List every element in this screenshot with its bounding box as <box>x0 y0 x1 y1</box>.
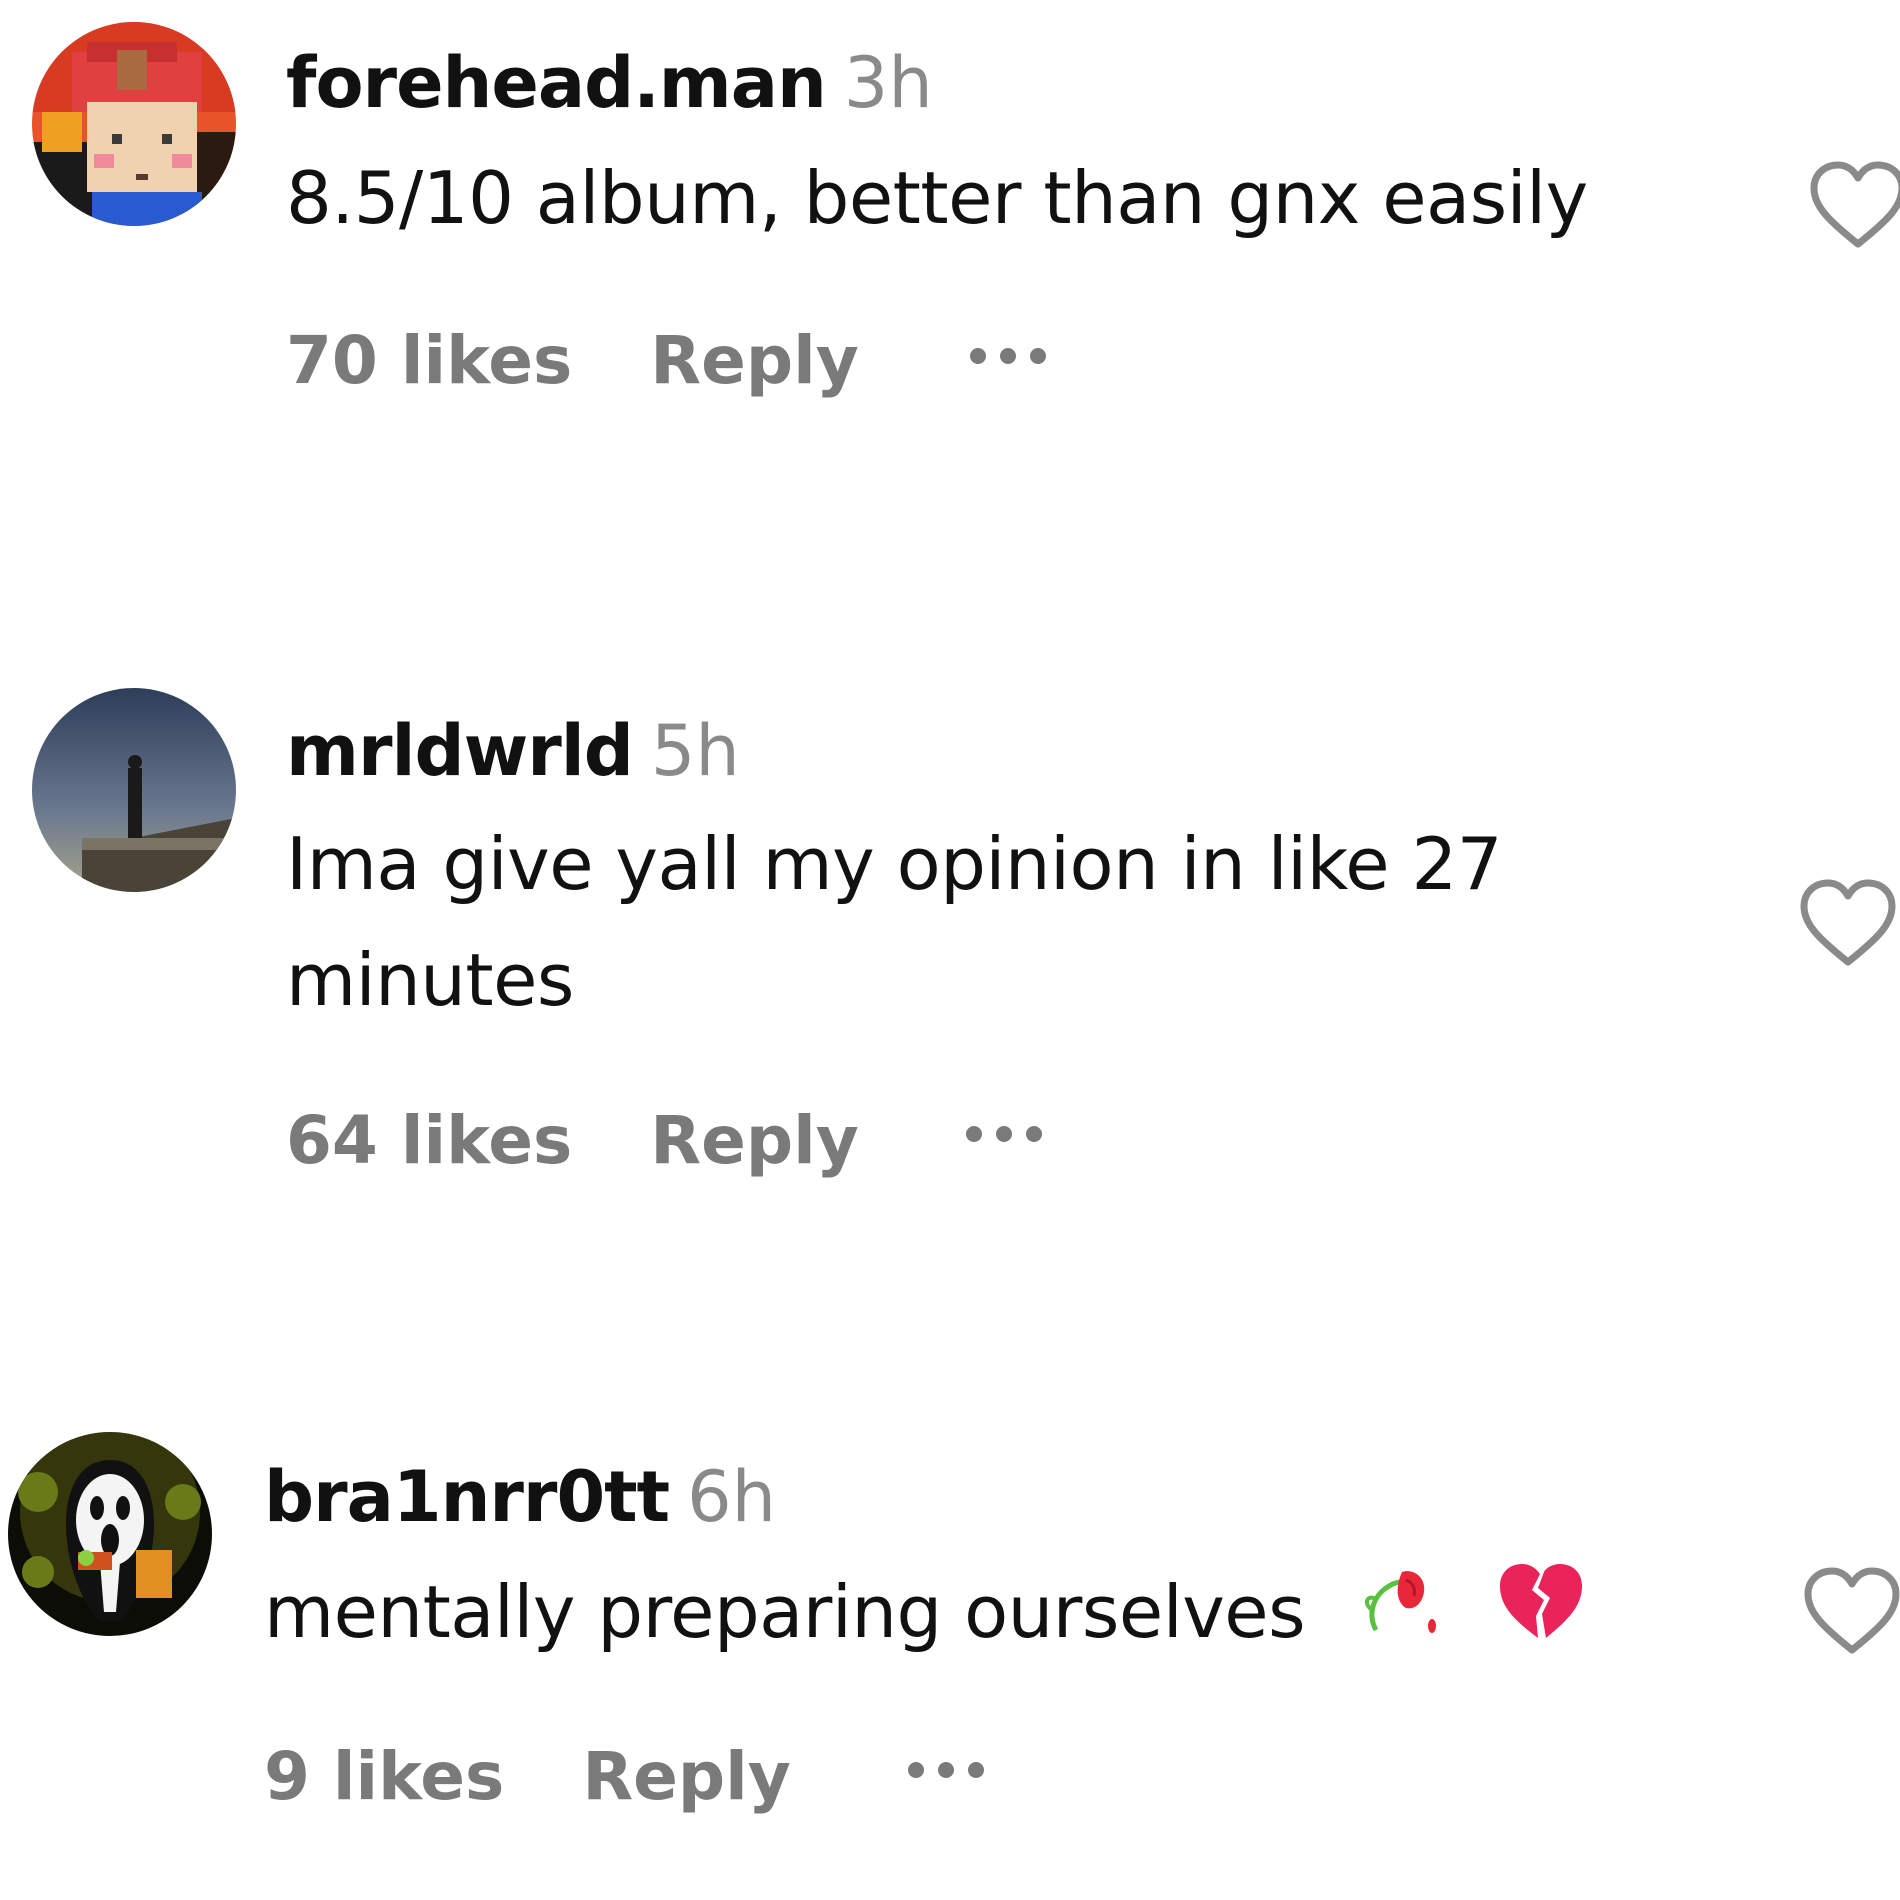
comment-header: bra1nrr0tt 6h <box>264 1462 776 1532</box>
comment-actions: 64 likes Reply <box>286 1108 859 1174</box>
reply-button[interactable]: Reply <box>582 1744 790 1810</box>
more-options-icon[interactable] <box>908 1750 984 1790</box>
more-options-icon[interactable] <box>970 336 1046 376</box>
like-heart-icon[interactable] <box>1802 1566 1900 1656</box>
username[interactable]: forehead.man <box>286 42 827 124</box>
username[interactable]: mrldwrld <box>286 710 634 792</box>
comment-header: forehead.man 3h <box>286 48 933 118</box>
comment-text: mentally preparing ourselves <box>264 1570 1306 1654</box>
comment-actions: 9 likes Reply <box>264 1744 791 1810</box>
reply-button[interactable]: Reply <box>650 328 858 394</box>
more-options-icon[interactable] <box>966 1114 1042 1154</box>
reply-button[interactable]: Reply <box>650 1108 858 1174</box>
like-heart-icon[interactable] <box>1798 878 1898 968</box>
comment-text: Ima give yall my opinion in like 27 minu… <box>286 822 1503 1022</box>
likes-count[interactable]: 64 likes <box>286 1108 572 1174</box>
avatar[interactable] <box>8 1432 212 1636</box>
avatar[interactable] <box>32 22 236 226</box>
timestamp: 6h <box>687 1456 776 1538</box>
username[interactable]: bra1nrr0tt <box>264 1456 670 1538</box>
timestamp: 3h <box>843 42 933 124</box>
ghostface-avatar-icon <box>8 1432 212 1636</box>
avatar[interactable] <box>32 688 236 892</box>
wilted-rose-icon <box>1358 1559 1440 1675</box>
comment-text: 8.5/10 album, better than gnx easily <box>286 156 1588 240</box>
pixel-character-avatar-icon <box>32 22 236 226</box>
silhouette-photo-avatar-icon <box>32 688 236 892</box>
comment-actions: 70 likes Reply <box>286 328 859 394</box>
like-heart-icon[interactable] <box>1808 160 1900 250</box>
likes-count[interactable]: 70 likes <box>286 328 572 394</box>
comment-header: mrldwrld 5h <box>286 716 740 786</box>
comment-text-row: mentally preparing ourselves <box>264 1554 1764 1675</box>
likes-count[interactable]: 9 likes <box>264 1744 504 1810</box>
broken-heart-icon <box>1496 1559 1586 1675</box>
timestamp: 5h <box>650 710 740 792</box>
